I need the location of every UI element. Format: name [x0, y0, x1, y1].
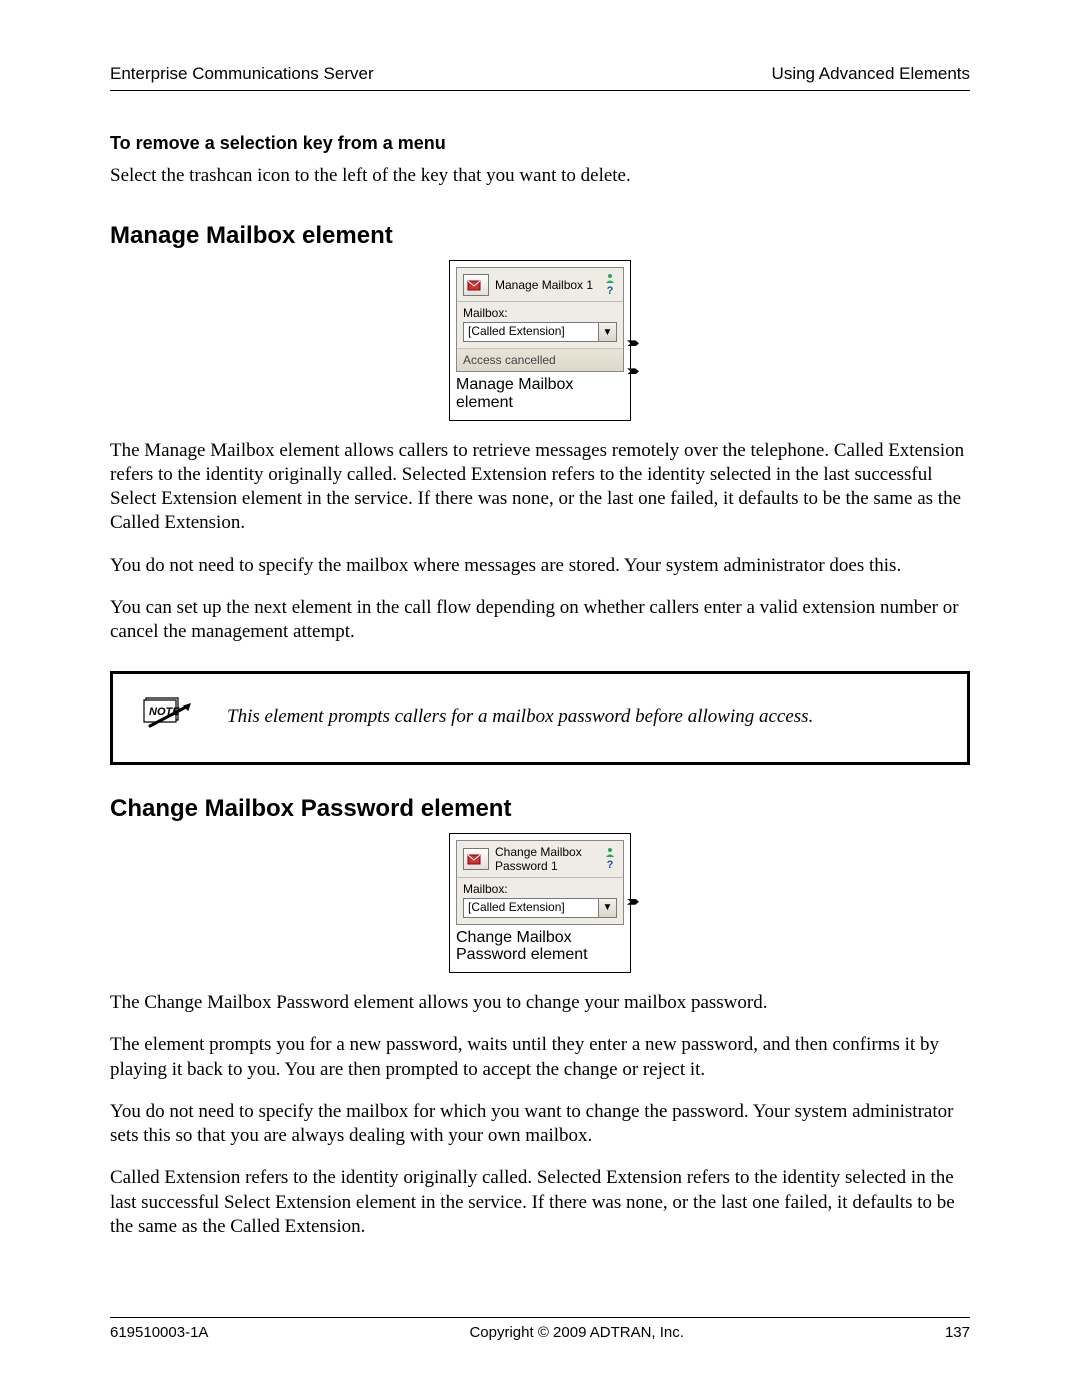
figure-title: Change Mailbox Password 1	[495, 845, 597, 873]
mailbox-icon	[463, 274, 489, 296]
figure-caption-line2: element	[456, 394, 513, 411]
remove-key-body: Select the trashcan icon to the left of …	[110, 164, 970, 188]
help-icon[interactable]: ?	[603, 859, 617, 871]
page-footer: 619510003-1A Copyright © 2009 ADTRAN, In…	[110, 1317, 970, 1341]
note-icon: NOTE	[137, 696, 193, 740]
connector-icon	[627, 899, 639, 905]
figure-caption-line1: Manage Mailbox	[456, 376, 573, 393]
change-password-figure: Change Mailbox Password 1 ? Mailbox: [Ca…	[449, 833, 631, 973]
manage-p2: You do not need to specify the mailbox w…	[110, 554, 970, 578]
connector-icon	[627, 340, 639, 346]
mailbox-dropdown[interactable]: [Called Extension] ▼	[463, 322, 617, 342]
figure-caption-line1: Change Mailbox	[456, 929, 572, 946]
header-right: Using Advanced Elements	[772, 64, 970, 84]
svg-text:NOTE: NOTE	[149, 706, 180, 718]
change-password-heading: Change Mailbox Password element	[110, 795, 970, 823]
footer-left: 619510003-1A	[110, 1324, 208, 1341]
note-text: This element prompts callers for a mailb…	[227, 705, 813, 730]
manage-mailbox-heading: Manage Mailbox element	[110, 222, 970, 250]
manage-p1: The Manage Mailbox element allows caller…	[110, 439, 970, 536]
figure-caption-line2: Password element	[456, 946, 588, 963]
figure-title: Manage Mailbox 1	[495, 278, 597, 292]
manage-p3: You can set up the next element in the c…	[110, 596, 970, 645]
dropdown-value[interactable]: [Called Extension]	[463, 898, 599, 918]
chevron-down-icon[interactable]: ▼	[599, 322, 617, 342]
change-p4: Called Extension refers to the identity …	[110, 1166, 970, 1239]
page-header: Enterprise Communications Server Using A…	[110, 64, 970, 91]
change-p2: The element prompts you for a new passwo…	[110, 1033, 970, 1082]
header-left: Enterprise Communications Server	[110, 64, 374, 84]
footer-center: Copyright © 2009 ADTRAN, Inc.	[469, 1324, 683, 1341]
change-p1: The Change Mailbox Password element allo…	[110, 991, 970, 1015]
remove-key-heading: To remove a selection key from a menu	[110, 133, 970, 154]
mailbox-label: Mailbox:	[457, 302, 623, 320]
change-p3: You do not need to specify the mailbox f…	[110, 1100, 970, 1149]
connector-icon	[627, 368, 639, 374]
manage-mailbox-figure: Manage Mailbox 1 ? Mailbox: [Called Exte…	[449, 260, 631, 420]
mailbox-label: Mailbox:	[457, 878, 623, 896]
footer-right: 137	[945, 1324, 970, 1341]
chevron-down-icon[interactable]: ▼	[599, 898, 617, 918]
access-cancelled-row: Access cancelled	[457, 348, 623, 371]
person-icon[interactable]	[603, 272, 617, 284]
mailbox-icon	[463, 848, 489, 870]
mailbox-dropdown[interactable]: [Called Extension] ▼	[463, 898, 617, 918]
note-box: NOTE This element prompts callers for a …	[110, 671, 970, 765]
help-icon[interactable]: ?	[603, 285, 617, 297]
dropdown-value[interactable]: [Called Extension]	[463, 322, 599, 342]
person-icon[interactable]	[603, 846, 617, 858]
